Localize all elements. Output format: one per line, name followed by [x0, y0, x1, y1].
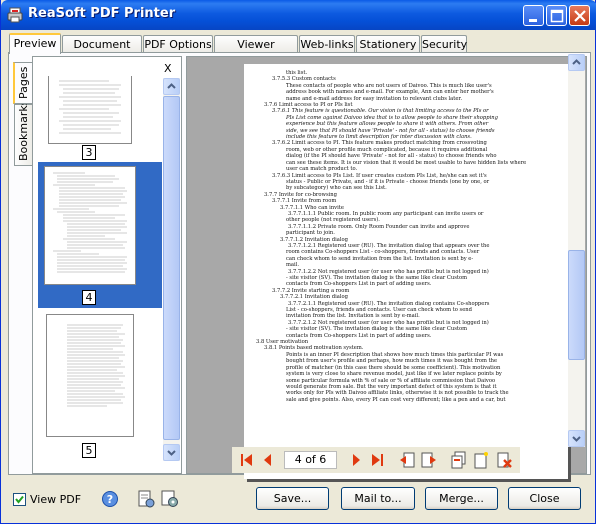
insert-page-before-icon[interactable] [398, 451, 416, 469]
previous-page-icon[interactable] [259, 451, 277, 469]
page-navigation-bar: 4 of 6 [232, 447, 520, 473]
tab-pages-label: Pages [17, 66, 30, 99]
preview-scrollbar[interactable] [568, 54, 585, 447]
thumbnail-page-image [44, 166, 136, 285]
scroll-down-button[interactable] [163, 444, 180, 461]
chevron-down-icon [167, 450, 176, 456]
window-title: ReaSoft PDF Printer [28, 6, 176, 21]
checkmark-icon [15, 495, 24, 504]
settings-icon[interactable] [161, 490, 179, 508]
title-bar: ReaSoft PDF Printer [1, 0, 596, 30]
copy-page-icon[interactable] [450, 451, 468, 469]
next-page-icon[interactable] [347, 451, 365, 469]
chevron-down-icon [572, 436, 581, 442]
save-button[interactable]: Save... [256, 487, 329, 510]
tab-viewer-options[interactable]: Viewer Options [214, 35, 298, 64]
view-pdf-checkbox[interactable] [13, 493, 26, 506]
minimize-button[interactable] [523, 5, 544, 26]
thumbnail-list: 3 4 5 [38, 76, 162, 461]
tab-bookmarks[interactable]: Bookmarks [14, 100, 33, 166]
first-page-icon[interactable] [238, 451, 256, 469]
scroll-down-button[interactable] [568, 430, 585, 447]
document-page-text: this list. 3.7.5.3 Custom contacts These c… [256, 70, 556, 403]
tab-pdf-options[interactable]: PDF Options [143, 35, 213, 53]
help-icon[interactable]: ? [101, 490, 119, 508]
scroll-up-button[interactable] [568, 54, 585, 71]
maximize-icon [550, 9, 564, 23]
thumbnail-page-number: 3 [82, 145, 96, 160]
close-icon [574, 10, 586, 22]
scroll-thumb[interactable] [568, 250, 585, 360]
tab-preview[interactable]: Preview [9, 33, 61, 54]
delete-page-icon[interactable] [495, 451, 513, 469]
last-page-icon[interactable] [368, 451, 386, 469]
document-text-line: sale and give points. Also, every PI can… [286, 396, 506, 403]
close-window-button[interactable] [569, 5, 590, 26]
insert-page-after-icon[interactable] [420, 451, 438, 469]
minimize-icon [529, 19, 537, 22]
page-preview-lines [59, 80, 121, 134]
tab-document-info[interactable]: Document Info [62, 35, 142, 64]
tab-stationery[interactable]: Stationery [356, 35, 420, 53]
view-pdf-label[interactable]: View PDF [30, 493, 81, 506]
document-page: this list. 3.7.5.3 Custom contacts These c… [244, 64, 568, 479]
close-button[interactable]: Close [508, 487, 581, 510]
page-setup-icon[interactable] [137, 490, 155, 508]
tab-security[interactable]: Security [421, 35, 467, 53]
tab-pages[interactable]: Pages [13, 62, 32, 104]
page-number-field[interactable]: 4 of 6 [284, 451, 337, 469]
tab-web-links[interactable]: Web-links [299, 35, 355, 53]
svg-text:?: ? [107, 493, 113, 506]
tab-bookmarks-label: Bookmarks [17, 99, 30, 161]
thumbnail-page-number: 4 [82, 290, 96, 305]
thumbnail-page-image [46, 314, 134, 437]
new-page-icon[interactable] [472, 451, 490, 469]
chevron-up-icon [572, 59, 581, 65]
chevron-up-icon [167, 83, 176, 89]
printer-app-icon [7, 7, 23, 23]
thumbnail-item-selected[interactable]: 4 [38, 162, 162, 308]
maximize-button[interactable] [546, 5, 567, 26]
scroll-thumb[interactable] [163, 96, 180, 440]
close-thumbnails-button[interactable]: X [164, 62, 172, 75]
thumbnail-item[interactable]: 5 [38, 308, 162, 461]
thumbnail-scrollbar[interactable] [163, 78, 180, 461]
app-window: ReaSoft PDF Printer Preview Document Inf… [0, 0, 596, 524]
thumbnail-item[interactable]: 3 [38, 76, 162, 162]
merge-button[interactable]: Merge... [425, 487, 498, 510]
page-preview-lines [53, 172, 127, 273]
page-preview-lines [67, 324, 125, 407]
thumbnail-page-image [48, 76, 132, 144]
scroll-up-button[interactable] [163, 78, 180, 95]
mail-to-button[interactable]: Mail to... [341, 487, 415, 510]
thumbnail-page-number: 5 [82, 443, 96, 458]
